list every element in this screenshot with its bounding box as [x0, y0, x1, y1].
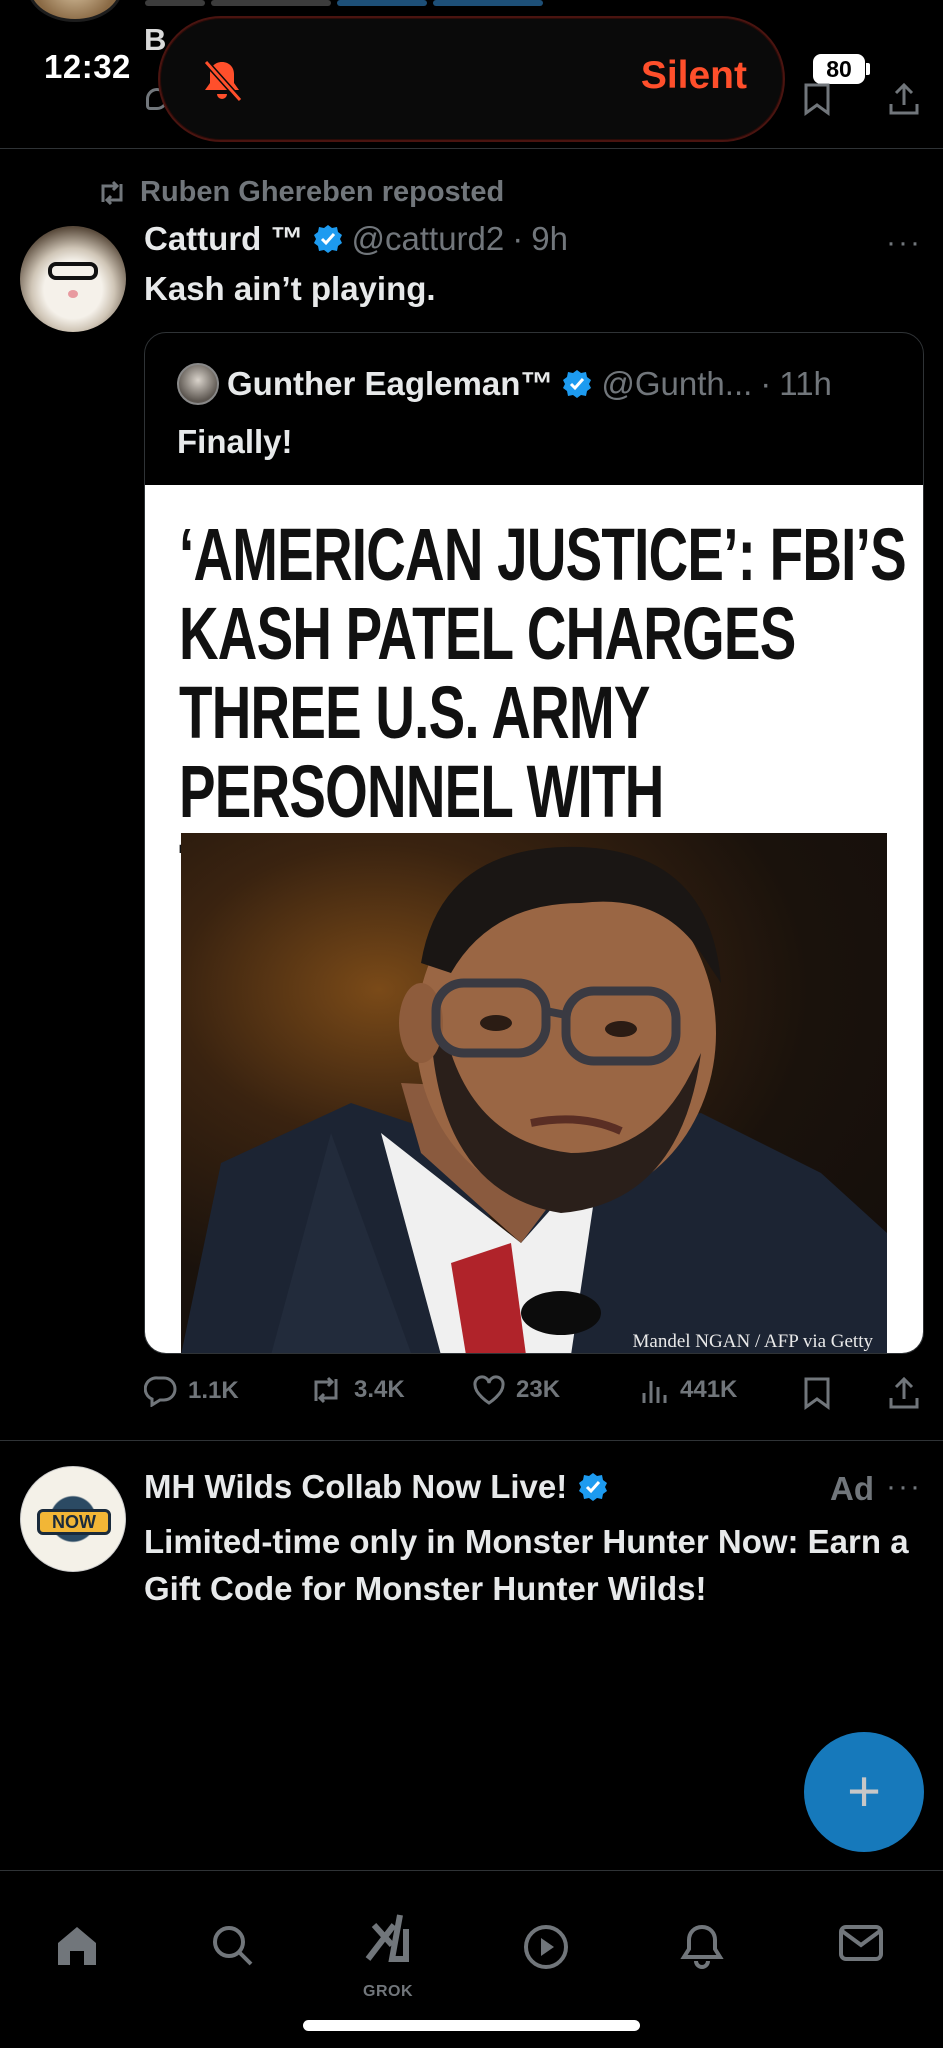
headline-line: ‘AMERICAN JUSTICE’: FBI’S — [179, 513, 907, 596]
notifications-bell-icon[interactable] — [680, 1923, 724, 1969]
video-play-icon[interactable] — [522, 1923, 570, 1971]
grok-label: GROK — [363, 1983, 413, 2000]
previous-share-icon[interactable] — [888, 82, 920, 116]
heart-icon — [472, 1375, 506, 1405]
divider — [0, 148, 943, 149]
quoted-author-name: Gunther Eagleman™ — [227, 365, 554, 402]
ad-title[interactable]: MH Wilds Collab Now Live! — [144, 1468, 609, 1506]
reposted-by-text: Ruben Ghereben reposted — [140, 176, 505, 208]
quoted-verified-badge-icon — [561, 368, 593, 400]
silent-label: Silent — [640, 54, 747, 97]
photo-credit: Mandel NGAN / AFP via Getty — [632, 1331, 873, 1352]
headline-line: KASH PATEL CHARGES — [179, 592, 796, 675]
quoted-separator-dot: · — [760, 365, 772, 402]
reply-button[interactable]: 1.1K — [144, 1375, 239, 1407]
repost-indicator[interactable]: Ruben Ghereben reposted — [96, 176, 504, 209]
like-count: 23K — [516, 1376, 561, 1403]
tweet-time[interactable]: 9h — [531, 220, 568, 258]
more-options-icon[interactable]: ··· — [886, 226, 922, 260]
compose-post-button[interactable]: + — [804, 1732, 924, 1852]
share-button[interactable] — [888, 1376, 920, 1410]
quoted-author-handle: @Gunth... — [601, 365, 753, 402]
catturd-avatar[interactable] — [20, 226, 126, 332]
like-button[interactable]: 23K — [472, 1375, 560, 1405]
quoted-tweet-time: 11h — [779, 365, 832, 402]
search-icon[interactable] — [210, 1923, 254, 1967]
news-photo: Mandel NGAN / AFP via Getty — [181, 833, 887, 1353]
tweet-header: Catturd ™ @catturd2 · 9h — [144, 220, 568, 258]
previous-tweet-text-fragment — [145, 0, 605, 8]
battery-tip — [866, 63, 870, 75]
dynamic-island-silent: Silent — [158, 16, 785, 142]
ad-title-text: MH Wilds Collab Now Live! — [144, 1468, 568, 1505]
views-button[interactable]: 441K — [640, 1375, 737, 1405]
messages-envelope-icon[interactable] — [838, 1923, 884, 1963]
view-count: 441K — [680, 1376, 738, 1403]
ad-avatar[interactable]: NOW — [20, 1466, 126, 1572]
quoted-tweet-image[interactable]: ‘AMERICAN JUSTICE’: FBI’S KASH PATEL CHA… — [145, 485, 923, 1353]
repost-small-icon — [96, 180, 128, 206]
grok-icon[interactable] — [364, 1911, 416, 1963]
previous-bookmark-icon[interactable] — [803, 82, 831, 116]
home-icon[interactable] — [54, 1923, 100, 1967]
quoted-tweet-text: Finally! — [177, 423, 293, 460]
headline-line: THREE U.S. ARMY — [179, 671, 650, 754]
ad-more-options-icon[interactable]: ··· — [886, 1470, 922, 1504]
repost-icon — [308, 1375, 344, 1405]
quoted-tweet-header: Gunther Eagleman™ @Gunth... · 11h — [177, 363, 832, 405]
quoted-tweet-card[interactable]: Gunther Eagleman™ @Gunth... · 11h Finall… — [144, 332, 924, 1354]
separator-dot: · — [512, 220, 524, 257]
author-name[interactable]: Catturd ™ — [144, 220, 304, 258]
plus-icon: + — [847, 1759, 881, 1824]
repost-count: 3.4K — [354, 1376, 405, 1403]
share-icon — [888, 1376, 920, 1410]
battery-indicator: 80 — [813, 54, 865, 84]
tweet-text: Kash ain’t playing. — [144, 270, 436, 307]
views-chart-icon — [640, 1375, 670, 1405]
quoted-author-avatar — [177, 363, 219, 405]
reply-icon — [144, 1375, 178, 1407]
bookmark-icon — [803, 1376, 831, 1410]
reply-count: 1.1K — [188, 1377, 239, 1404]
status-time: 12:32 — [44, 48, 131, 85]
home-indicator[interactable] — [303, 2020, 640, 2031]
divider — [0, 1440, 943, 1441]
ad-label: Ad — [830, 1470, 874, 1507]
verified-badge-icon — [312, 223, 344, 255]
ad-body-text[interactable]: Limited-time only in Monster Hunter Now:… — [144, 1518, 924, 1612]
ad-verified-badge-icon — [577, 1471, 609, 1503]
bell-slash-icon — [200, 58, 244, 104]
author-handle[interactable]: @catturd2 — [352, 220, 505, 258]
repost-button[interactable]: 3.4K — [308, 1375, 405, 1405]
ad-avatar-logo: NOW — [37, 1509, 111, 1535]
previous-tweet-avatar[interactable] — [27, 0, 123, 22]
bookmark-button[interactable] — [803, 1376, 831, 1410]
